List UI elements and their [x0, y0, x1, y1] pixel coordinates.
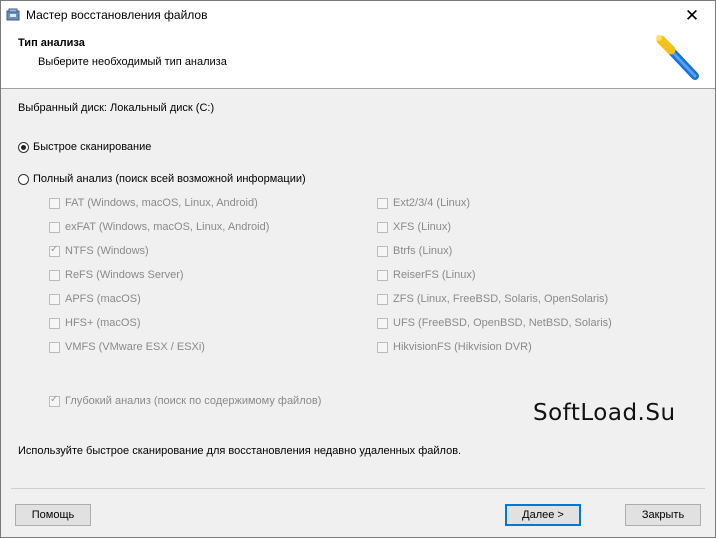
fs-checkbox-fat[interactable]: FAT (Windows, macOS, Linux, Android): [49, 197, 258, 209]
fs-label: ReFS (Windows Server): [65, 269, 184, 281]
fs-checkbox-vmfs[interactable]: VMFS (VMware ESX / ESXi): [49, 341, 205, 353]
title-bar: Мастер восстановления файлов ✕: [1, 1, 715, 30]
selected-disk-label: Выбранный диск: Локальный диск (C:): [18, 102, 215, 114]
app-icon: [6, 8, 20, 21]
checkbox-box[interactable]: [49, 269, 60, 281]
checkbox-box-checked[interactable]: [49, 244, 60, 257]
close-button[interactable]: Закрыть: [625, 504, 701, 526]
fs-checkbox-zfs[interactable]: ZFS (Linux, FreeBSD, Solaris, OpenSolari…: [377, 293, 608, 305]
fs-checkbox-ufs[interactable]: UFS (FreeBSD, OpenBSD, NetBSD, Solaris): [377, 317, 612, 329]
fs-label: ReiserFS (Linux): [393, 269, 476, 281]
fs-checkbox-apfs[interactable]: APFS (macOS): [49, 293, 141, 305]
fs-checkbox-ntfs[interactable]: NTFS (Windows): [49, 244, 149, 257]
fs-label: VMFS (VMware ESX / ESXi): [65, 341, 205, 353]
radio-button-selected[interactable]: [18, 141, 29, 153]
fs-label: NTFS (Windows): [65, 245, 149, 257]
deep-analysis-checkbox[interactable]: Глубокий анализ (поиск по содержимому фа…: [49, 394, 322, 407]
fs-label: UFS (FreeBSD, OpenBSD, NetBSD, Solaris): [393, 317, 612, 329]
quick-scan-label: Быстрое сканирование: [33, 141, 152, 153]
footer-divider: [11, 488, 705, 489]
fs-checkbox-ext[interactable]: Ext2/3/4 (Linux): [377, 197, 470, 209]
fs-label: XFS (Linux): [393, 221, 452, 233]
wizard-header: Тип анализа Выберите необходимый тип ана…: [1, 30, 715, 89]
checkbox-box[interactable]: [49, 293, 60, 305]
fs-label: APFS (macOS): [65, 293, 141, 305]
page-title: Тип анализа: [18, 37, 85, 49]
fs-checkbox-btrfs[interactable]: Btrfs (Linux): [377, 245, 452, 257]
full-scan-label: Полный анализ (поиск всей возможной инфо…: [33, 173, 306, 185]
checkbox-box[interactable]: [377, 197, 388, 209]
fs-label: Btrfs (Linux): [393, 245, 453, 257]
window-title: Мастер восстановления файлов: [26, 8, 208, 22]
close-icon[interactable]: ✕: [669, 1, 715, 30]
fs-checkbox-refs[interactable]: ReFS (Windows Server): [49, 269, 184, 281]
page-subtitle: Выберите необходимый тип анализа: [38, 56, 227, 68]
checkbox-box[interactable]: [49, 197, 60, 209]
magic-wand-icon: [656, 35, 699, 80]
fs-checkbox-hikvisionfs[interactable]: HikvisionFS (Hikvision DVR): [377, 341, 532, 353]
fs-label: Ext2/3/4 (Linux): [393, 197, 471, 209]
radio-button[interactable]: [18, 173, 29, 185]
checkbox-box[interactable]: [377, 341, 388, 353]
fs-label: exFAT (Windows, macOS, Linux, Android): [65, 221, 270, 233]
fs-label: FAT (Windows, macOS, Linux, Android): [65, 197, 258, 209]
checkbox-box[interactable]: [377, 269, 388, 281]
fs-checkbox-exfat[interactable]: exFAT (Windows, macOS, Linux, Android): [49, 221, 269, 233]
checkbox-box[interactable]: [49, 221, 60, 233]
fs-checkbox-reiserfs[interactable]: ReiserFS (Linux): [377, 269, 476, 281]
checkbox-box-checked[interactable]: [49, 394, 60, 407]
wizard-window: Мастер восстановления файлов ✕ Тип анали…: [0, 0, 716, 538]
hint-text: Используйте быстрое сканирование для вос…: [18, 445, 462, 457]
full-scan-radio[interactable]: Полный анализ (поиск всей возможной инфо…: [18, 173, 306, 185]
fs-checkbox-hfs[interactable]: HFS+ (macOS): [49, 317, 140, 329]
checkbox-box[interactable]: [49, 341, 60, 353]
checkbox-box[interactable]: [377, 245, 388, 257]
next-button[interactable]: Далее >: [505, 504, 581, 526]
checkbox-box[interactable]: [377, 317, 388, 329]
deep-analysis-label: Глубокий анализ (поиск по содержимому фа…: [65, 395, 322, 407]
help-button[interactable]: Помощь: [15, 504, 91, 526]
fs-label: HFS+ (macOS): [65, 317, 141, 329]
checkbox-box[interactable]: [377, 293, 388, 305]
fs-checkbox-xfs[interactable]: XFS (Linux): [377, 221, 451, 233]
quick-scan-radio[interactable]: Быстрое сканирование: [18, 141, 151, 153]
checkbox-box[interactable]: [377, 221, 388, 233]
checkbox-box[interactable]: [49, 317, 60, 329]
fs-label: HikvisionFS (Hikvision DVR): [393, 341, 532, 353]
watermark-text: SoftLoad.Su: [533, 400, 676, 426]
fs-label: ZFS (Linux, FreeBSD, Solaris, OpenSolari…: [393, 293, 609, 305]
